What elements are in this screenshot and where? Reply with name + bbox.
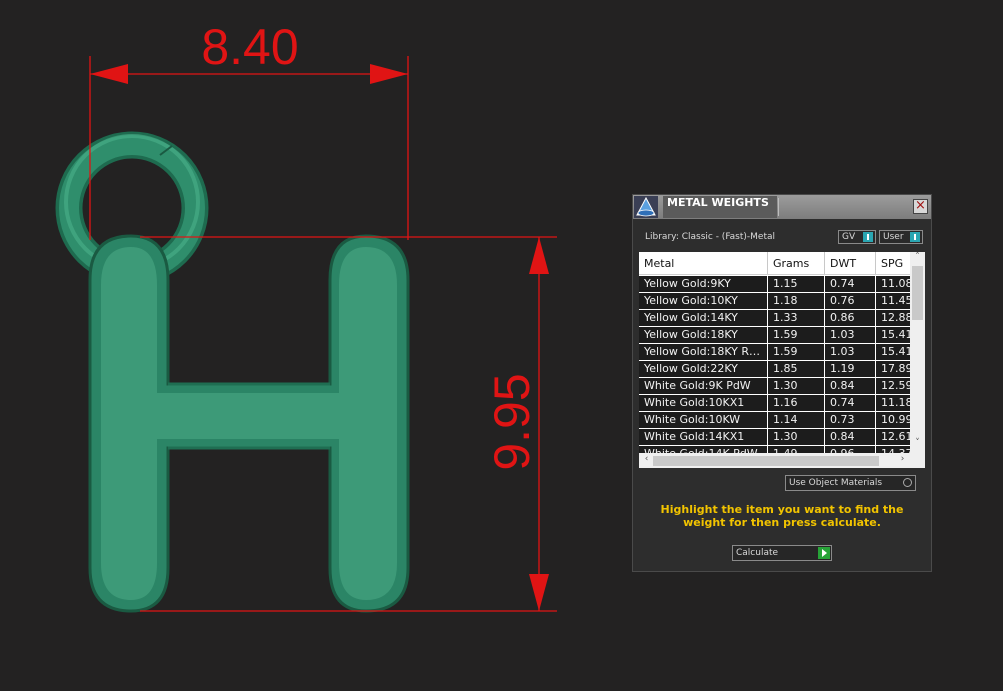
table-header: Metal Grams DWT SPG	[639, 252, 910, 275]
cell-metal: Yellow Gold:14KY	[639, 310, 768, 326]
cell-dwt: 0.76	[825, 293, 876, 309]
scroll-left-icon[interactable]: ‹	[639, 454, 654, 464]
cell-spg: 12.59	[881, 379, 910, 392]
table-row[interactable]: White Gold:10KX1 1.16 0.74 11.18	[639, 395, 910, 412]
radio-icon[interactable]	[903, 478, 912, 487]
app-logo-icon	[634, 196, 658, 218]
table-row[interactable]: Yellow Gold:10KY 1.18 0.76 11.45	[639, 293, 910, 310]
cell-grams: 1.59	[768, 327, 825, 343]
calculate-button[interactable]: Calculate	[732, 545, 832, 561]
vertical-scroll-thumb[interactable]	[912, 266, 923, 320]
toggle-on-icon	[863, 232, 873, 242]
metal-weights-table[interactable]: Metal Grams DWT SPG Yellow Gold:9KY 1.15 0…	[639, 252, 925, 468]
cell-dwt: 0.74	[825, 276, 876, 292]
horizontal-scrollbar[interactable]: ‹ ›	[639, 453, 910, 468]
cell-dwt: 1.19	[825, 361, 876, 377]
cell-dwt: 1.03	[825, 344, 876, 360]
scroll-down-icon[interactable]: ˅	[910, 438, 925, 448]
metal-weights-panel: METAL WEIGHTS × Library: Classic - (Fast…	[632, 194, 932, 572]
close-button[interactable]: ×	[913, 199, 928, 214]
cell-spg: 10.99	[881, 413, 910, 426]
column-header-grams[interactable]: Grams	[768, 252, 825, 274]
scroll-up-icon[interactable]: ˄	[910, 252, 925, 262]
table-row[interactable]: White Gold:10KW 1.14 0.73 10.99	[639, 412, 910, 429]
user-toggle-label: User	[883, 232, 904, 242]
cell-dwt: 1.03	[825, 327, 876, 343]
table-row[interactable]: Yellow Gold:18KY R… 1.59 1.03 15.41	[639, 344, 910, 361]
cell-grams: 1.15	[768, 276, 825, 292]
table-row[interactable]: Yellow Gold:18KY 1.59 1.03 15.41	[639, 327, 910, 344]
width-dimension-label: 8.40	[201, 19, 298, 75]
column-header-dwt[interactable]: DWT	[825, 252, 876, 274]
horizontal-scroll-thumb[interactable]	[653, 456, 879, 466]
gv-toggle-label: GV	[842, 232, 856, 242]
titlebar-divider	[778, 198, 779, 216]
table-row[interactable]: Yellow Gold:22KY 1.85 1.19 17.89	[639, 361, 910, 378]
cell-dwt: 0.84	[825, 429, 876, 445]
cell-metal: Yellow Gold:22KY	[639, 361, 768, 377]
cell-dwt: 0.74	[825, 395, 876, 411]
toggle-on-icon	[910, 232, 920, 242]
cell-dwt: 0.86	[825, 310, 876, 326]
table-row[interactable]: Yellow Gold:9KY 1.15 0.74 11.08	[639, 276, 910, 293]
cell-grams: 1.59	[768, 344, 825, 360]
cell-spg: 11.45	[881, 294, 910, 307]
cell-grams: 1.30	[768, 378, 825, 394]
cell-spg: 15.41	[881, 328, 910, 341]
cell-spg: 17.89	[881, 362, 910, 375]
instruction-text: Highlight the item you want to find the …	[660, 503, 904, 529]
letter-h-model	[88, 234, 410, 613]
column-header-metal[interactable]: Metal	[639, 252, 768, 274]
cell-grams: 1.85	[768, 361, 825, 377]
table-row[interactable]: White Gold:9K PdW 1.30 0.84 12.59	[639, 378, 910, 395]
table-row[interactable]: White Gold:14KX1 1.30 0.84 12.61	[639, 429, 910, 446]
scroll-right-icon[interactable]: ›	[895, 454, 910, 464]
vertical-scrollbar[interactable]: ˄ ˅	[910, 252, 925, 453]
panel-titlebar[interactable]: METAL WEIGHTS ×	[633, 195, 931, 219]
play-icon	[818, 547, 830, 559]
cell-metal: Yellow Gold:18KY R…	[639, 344, 768, 360]
cell-metal: White Gold:10KW	[639, 412, 768, 428]
cell-dwt: 0.84	[825, 378, 876, 394]
library-label: Library: Classic - (Fast)-Metal	[645, 232, 776, 242]
cell-spg: 15.41	[881, 345, 910, 358]
cell-metal: Yellow Gold:9KY	[639, 276, 768, 292]
calculate-label: Calculate	[736, 548, 779, 558]
cell-spg: 12.61	[881, 430, 910, 443]
cell-spg: 11.18	[881, 396, 910, 409]
cell-spg: 12.88	[881, 311, 910, 324]
cell-metal: White Gold:10KX1	[639, 395, 768, 411]
cell-metal: Yellow Gold:10KY	[639, 293, 768, 309]
cell-grams: 1.18	[768, 293, 825, 309]
cell-metal: White Gold:14KX1	[639, 429, 768, 445]
column-header-spg[interactable]: SPG	[876, 252, 910, 274]
cell-grams: 1.14	[768, 412, 825, 428]
cell-grams: 1.16	[768, 395, 825, 411]
cell-metal: Yellow Gold:18KY	[639, 327, 768, 343]
use-object-materials-option[interactable]: Use Object Materials	[785, 475, 916, 491]
cell-grams: 1.33	[768, 310, 825, 326]
table-row[interactable]: Yellow Gold:14KY 1.33 0.86 12.88	[639, 310, 910, 327]
use-object-materials-label: Use Object Materials	[789, 478, 883, 488]
table-body: Yellow Gold:9KY 1.15 0.74 11.08 Yellow Gold:…	[639, 276, 910, 463]
cell-dwt: 0.73	[825, 412, 876, 428]
cell-spg: 11.08	[881, 277, 910, 290]
user-toggle[interactable]: User	[879, 230, 923, 244]
cell-metal: White Gold:9K PdW	[639, 378, 768, 394]
height-dimension-label: 9.95	[484, 373, 540, 470]
panel-title: METAL WEIGHTS	[663, 196, 777, 218]
gv-toggle[interactable]: GV	[838, 230, 876, 244]
cell-grams: 1.30	[768, 429, 825, 445]
scrollbar-corner	[910, 453, 925, 468]
